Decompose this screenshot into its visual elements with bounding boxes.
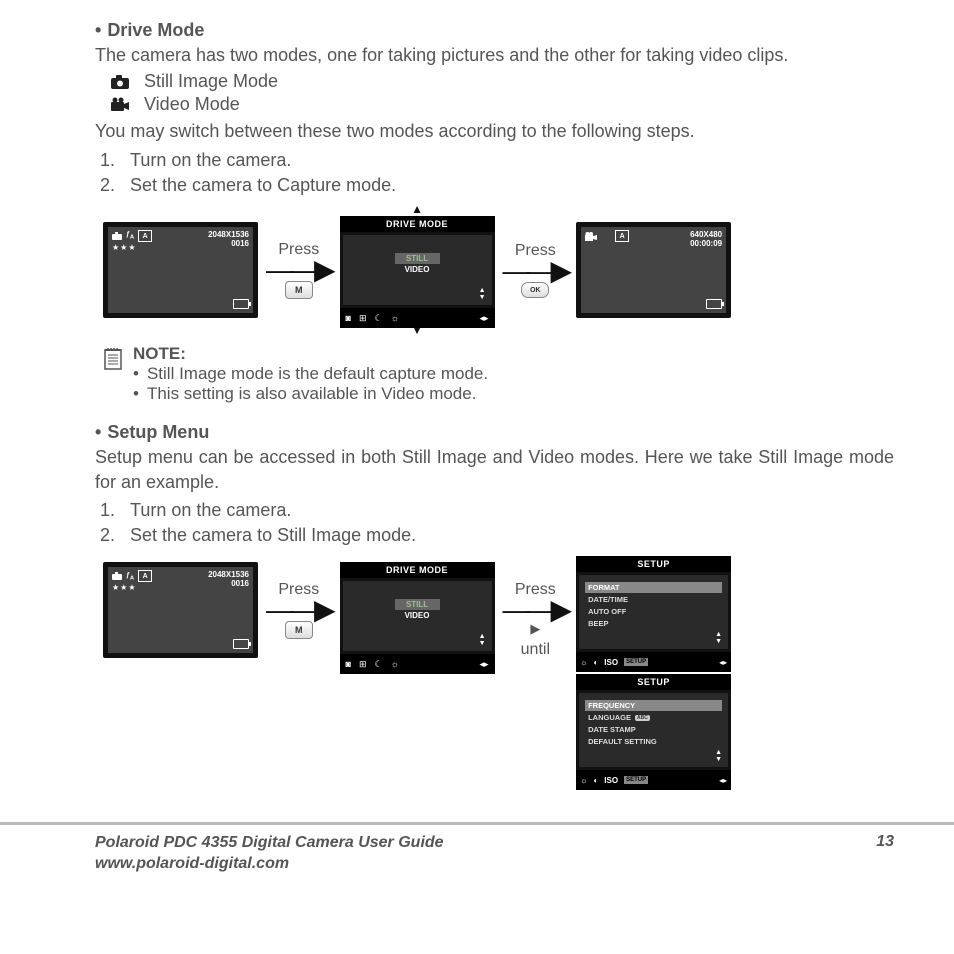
video-icon	[110, 97, 130, 113]
arrow-right-icon: ——▶	[266, 263, 332, 277]
intro-text: The camera has two modes, one for taking…	[95, 43, 894, 67]
figure-drive-mode: ƒA A 2048X1536 0016 ★★★ Press ——▶ M ▲ DR…	[103, 206, 894, 334]
page-footer: Polaroid PDC 4355 Digital Camera User Gu…	[0, 822, 954, 895]
footer-url: www.polaroid-digital.com	[95, 854, 444, 875]
arrow-right-icon: ——▶	[503, 264, 569, 278]
lcd-still-preview: ƒA A 2048X1536 0016 ★★★	[103, 562, 258, 658]
m-button: M	[285, 281, 313, 299]
battery-icon	[233, 299, 249, 309]
lcd-still-preview: ƒA A 2048X1536 0016 ★★★	[103, 222, 258, 318]
down-triangle-icon: ▼	[411, 327, 423, 334]
mode-list: Still Image Mode Video Mode	[110, 71, 894, 115]
drive-mode-menu: DRIVE MODE STILL VIDEO ▲▼ ◙⊞☾☼ ◂▸	[340, 562, 495, 670]
setup-intro: Setup menu can be accessed in both Still…	[95, 445, 894, 494]
still-mode-label: Still Image Mode	[144, 71, 278, 92]
steps-list-2: 1.Turn on the camera. 2.Set the camera t…	[95, 498, 894, 548]
footer-title: Polaroid PDC 4355 Digital Camera User Gu…	[95, 833, 444, 854]
note-title: NOTE:	[133, 344, 488, 364]
page-number: 13	[876, 833, 894, 875]
video-mode-label: Video Mode	[144, 94, 240, 115]
camera-icon	[112, 232, 122, 240]
camera-tab-icon: ◙	[346, 313, 351, 323]
lcd-video-preview: A 640X480 00:00:09	[576, 222, 731, 318]
ok-button: OK	[521, 282, 549, 298]
figure-setup-menu: ƒA A 2048X1536 0016 ★★★ Press ——▶ M DRIV…	[103, 556, 894, 782]
battery-icon	[706, 299, 722, 309]
until-label: until	[521, 641, 550, 659]
right-triangle-icon: ▶	[530, 621, 540, 637]
steps-list-1: 1.Turn on the camera. 2.Set the camera t…	[95, 148, 894, 198]
notepad-icon	[103, 347, 123, 371]
heading-setup-menu: •Setup Menu	[95, 422, 894, 443]
setup-menu-1: SETUP FORMAT DATE/TIME AUTO OFF BEEP ▲▼ …	[576, 556, 731, 664]
setup-menu-2: SETUP FREQUENCY LANGUAGE ABC DATE STAMP …	[576, 674, 731, 782]
video-icon	[585, 232, 597, 241]
switch-text: You may switch between these two modes a…	[95, 119, 894, 143]
arrow-right-icon: ——▶	[503, 603, 569, 617]
m-button: M	[285, 621, 313, 639]
note-block: NOTE: •Still Image mode is the default c…	[103, 344, 894, 404]
drive-mode-menu: DRIVE MODE STILL VIDEO ▲▼ ◙ ⊞☾☼ ◂▸	[340, 216, 495, 324]
camera-icon	[110, 74, 130, 90]
arrow-right-icon: ——▶	[266, 603, 332, 617]
up-triangle-icon: ▲	[411, 206, 423, 213]
heading-drive-mode: •Drive Mode	[95, 20, 894, 41]
